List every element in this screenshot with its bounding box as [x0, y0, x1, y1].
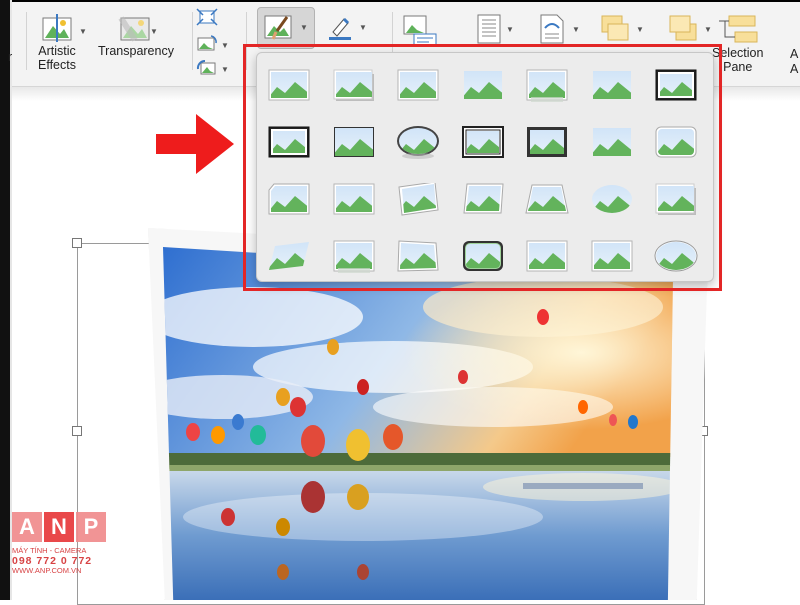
bring-forward-caret-icon[interactable]: ▼: [636, 25, 644, 34]
window-left-edge: [0, 0, 10, 600]
reset-picture-caret-icon[interactable]: ▼: [221, 65, 229, 74]
anp-logo: A N P MÁY TÍNH - CAMERA 098 772 0 772 WW…: [12, 512, 110, 588]
balloon-photo-image: [163, 247, 673, 600]
partial-ribbon-button[interactable]: r: [8, 50, 12, 64]
position-caret-icon[interactable]: ▼: [572, 25, 580, 34]
compress-pictures-icon[interactable]: [196, 8, 218, 26]
selection-pane-label-2: Pane: [723, 60, 753, 74]
wrap-text-caret-icon[interactable]: ▼: [506, 25, 514, 34]
partial-align-label-2[interactable]: A: [790, 62, 798, 76]
transparency-caret-icon[interactable]: ▼: [150, 27, 158, 36]
transparency-label: Transparency: [98, 44, 174, 58]
ribbon-separator: [192, 12, 193, 70]
artistic-effects-caret-icon[interactable]: ▼: [79, 27, 87, 36]
picture-border-icon[interactable]: [327, 14, 353, 40]
red-arrow-icon: [156, 114, 234, 174]
quick-styles-button[interactable]: ▼: [257, 7, 315, 49]
logo-website: WWW.ANP.COM.VN: [12, 566, 82, 575]
logo-letter-a: A: [12, 512, 42, 542]
artistic-effects-label-2: Effects: [38, 58, 76, 72]
logo-letter-p: P: [76, 512, 106, 542]
change-picture-icon[interactable]: [196, 35, 218, 53]
quick-styles-caret-icon: ▼: [300, 23, 308, 32]
reset-picture-icon[interactable]: [196, 59, 218, 77]
bring-forward-icon[interactable]: [600, 14, 630, 44]
logo-letter-n: N: [44, 512, 74, 542]
artistic-effects-button[interactable]: Artistic Effects: [38, 12, 76, 72]
logo-phone: 098 772 0 772: [12, 555, 93, 567]
resize-handle-middle-left[interactable]: [72, 426, 82, 436]
picture-border-caret-icon[interactable]: ▼: [359, 23, 367, 32]
highlight-rectangle: [243, 44, 722, 291]
artistic-effects-icon: [42, 14, 72, 42]
balloon-photo[interactable]: [163, 247, 673, 600]
change-picture-caret-icon[interactable]: ▼: [221, 41, 229, 50]
wrap-text-icon[interactable]: [476, 14, 502, 44]
picture-layout-icon[interactable]: [402, 14, 438, 48]
ribbon-separator: [26, 12, 27, 70]
send-backward-icon[interactable]: [668, 14, 698, 44]
partial-align-label[interactable]: A: [790, 47, 798, 61]
transparency-button[interactable]: Transparency: [98, 12, 174, 58]
resize-handle-top-left[interactable]: [72, 238, 82, 248]
artistic-effects-label-1: Artistic: [38, 44, 76, 58]
send-backward-caret-icon[interactable]: ▼: [704, 25, 712, 34]
partial-ribbon-label: r: [8, 50, 13, 64]
selection-pane-icon: [718, 15, 758, 43]
picture-styles-icon: [264, 15, 292, 40]
position-icon[interactable]: [539, 14, 565, 44]
